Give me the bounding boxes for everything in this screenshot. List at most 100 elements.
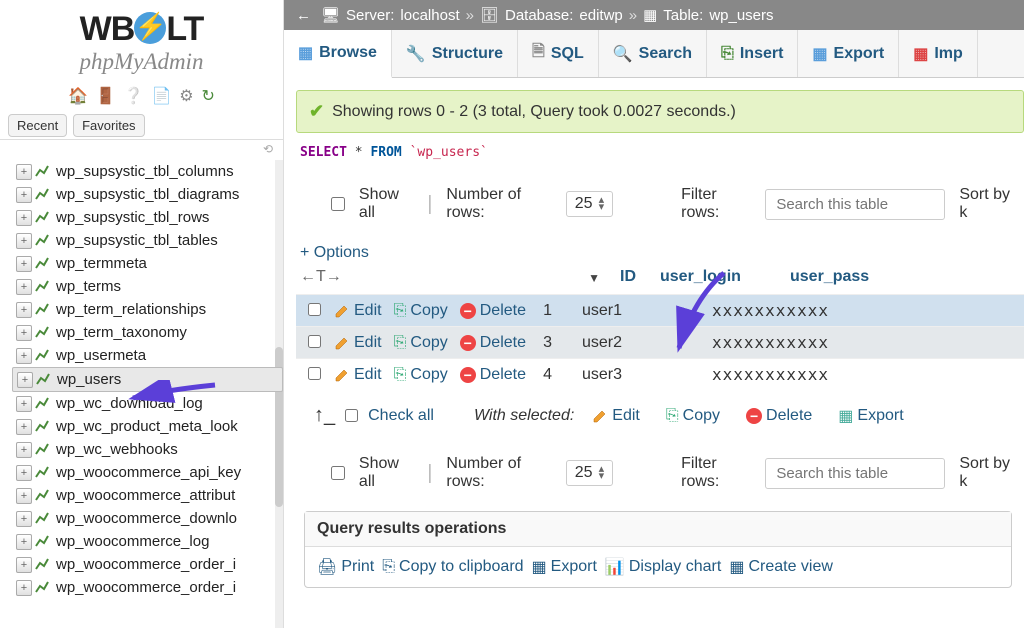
pma-logo: phpMyAdmin <box>0 49 283 75</box>
expand-icon[interactable]: + <box>16 442 32 458</box>
tree-item-wp_woocommerce_attribut[interactable]: + wp_woocommerce_attribut <box>12 484 283 507</box>
copy-button[interactable]: ⎘Copy <box>388 302 454 320</box>
expand-icon[interactable]: + <box>16 325 32 341</box>
tree-item-wp_woocommerce_order_i[interactable]: + wp_woocommerce_order_i <box>12 553 283 576</box>
row-checkbox[interactable] <box>308 335 321 348</box>
op-chart[interactable]: 📊Display chart <box>605 557 721 577</box>
delete-button[interactable]: −Delete <box>454 302 532 320</box>
op-print[interactable]: 🖨Print <box>317 557 374 577</box>
expand-icon[interactable]: + <box>16 488 32 504</box>
expand-icon[interactable]: + <box>16 534 32 550</box>
expand-icon[interactable]: + <box>16 279 32 295</box>
bulk-copy[interactable]: ⎘Copy <box>658 407 728 425</box>
bulk-export[interactable]: ▦Export <box>830 406 911 426</box>
tree-item-wp_wc_product_meta_look[interactable]: + wp_wc_product_meta_look <box>12 415 283 438</box>
num-rows-select-2[interactable]: 25▴▾ <box>566 460 613 486</box>
bulk-edit[interactable]: Edit <box>584 407 648 425</box>
col-id[interactable]: ID <box>610 268 650 286</box>
bulk-delete[interactable]: −Delete <box>738 407 820 425</box>
row-checkbox[interactable] <box>308 367 321 380</box>
home-icon[interactable]: 🏠 <box>68 86 88 106</box>
brand-logo: WB⚡LT <box>0 10 283 49</box>
check-all-checkbox[interactable] <box>345 409 358 422</box>
check-all-label[interactable]: Check all <box>368 407 434 425</box>
sort-indicator-icon[interactable]: ▼ <box>588 271 600 285</box>
filter-input-2[interactable] <box>765 458 945 489</box>
expand-icon[interactable]: + <box>16 396 32 412</box>
help-icon[interactable]: ❔ <box>124 86 144 106</box>
collapse-icon[interactable]: ⟲ <box>0 140 283 160</box>
expand-icon[interactable]: + <box>16 465 32 481</box>
op-export[interactable]: ▦Export <box>532 557 597 577</box>
delete-button[interactable]: −Delete <box>454 334 532 352</box>
tree-item-wp_term_relationships[interactable]: + wp_term_relationships <box>12 298 283 321</box>
expand-icon[interactable]: + <box>16 419 32 435</box>
column-move-arrows[interactable]: ←T→ <box>300 268 350 286</box>
tab-insert[interactable]: ⎘Insert <box>707 30 798 77</box>
clipboard-icon: ⎘ <box>382 558 395 576</box>
export-icon: ▦ <box>812 44 827 64</box>
filter-input[interactable] <box>765 189 945 220</box>
tree-item-wp_usermeta[interactable]: + wp_usermeta <box>12 344 283 367</box>
tree-item-wp_supsystic_tbl_rows[interactable]: + wp_supsystic_tbl_rows <box>12 206 283 229</box>
show-all-checkbox-2[interactable] <box>331 465 345 481</box>
table-name: wp_woocommerce_downlo <box>56 510 237 527</box>
edit-button[interactable]: Edit <box>328 334 388 352</box>
table-value[interactable]: wp_users <box>709 7 773 24</box>
table-icon: ▦ <box>643 6 657 24</box>
num-rows-select[interactable]: 25▴▾ <box>566 191 613 217</box>
tree-item-wp_woocommerce_api_key[interactable]: + wp_woocommerce_api_key <box>12 461 283 484</box>
edit-button[interactable]: Edit <box>328 302 388 320</box>
sidebar-quick-icons: 🏠 🚪 ❔ 📄 ⚙ ↻ <box>0 80 283 112</box>
tree-item-wp_woocommerce_log[interactable]: + wp_woocommerce_log <box>12 530 283 553</box>
col-user-login[interactable]: user_login <box>650 268 780 286</box>
tree-item-wp_woocommerce_order_i[interactable]: + wp_woocommerce_order_i <box>12 576 283 599</box>
tree-item-wp_supsystic_tbl_diagrams[interactable]: + wp_supsystic_tbl_diagrams <box>12 183 283 206</box>
expand-icon[interactable]: + <box>16 302 32 318</box>
col-user-pass[interactable]: user_pass <box>780 268 980 286</box>
tab-browse[interactable]: ▦Browse <box>284 30 392 78</box>
database-value[interactable]: editwp <box>579 7 622 24</box>
back-icon[interactable]: ← <box>296 7 311 24</box>
tree-item-wp_term_taxonomy[interactable]: + wp_term_taxonomy <box>12 321 283 344</box>
row-checkbox[interactable] <box>308 303 321 316</box>
tree-item-wp_wc_webhooks[interactable]: + wp_wc_webhooks <box>12 438 283 461</box>
tab-import[interactable]: ▦Imp <box>899 30 978 77</box>
expand-icon[interactable]: + <box>16 187 32 203</box>
tree-item-wp_supsystic_tbl_columns[interactable]: + wp_supsystic_tbl_columns <box>12 160 283 183</box>
edit-button[interactable]: Edit <box>328 366 388 384</box>
expand-icon[interactable]: + <box>16 580 32 596</box>
expand-icon[interactable]: + <box>16 557 32 573</box>
tree-item-wp_termmeta[interactable]: + wp_termmeta <box>12 252 283 275</box>
copy-button[interactable]: ⎘Copy <box>388 366 454 384</box>
recent-tab[interactable]: Recent <box>8 114 67 137</box>
op-create-view[interactable]: ▦Create view <box>729 557 833 577</box>
expand-icon[interactable]: + <box>16 348 32 364</box>
server-value[interactable]: localhost <box>400 7 459 24</box>
options-link[interactable]: + Options <box>296 232 1024 264</box>
expand-icon[interactable]: + <box>16 233 32 249</box>
tab-export[interactable]: ▦Export <box>798 30 899 77</box>
tree-item-wp_wc_download_log[interactable]: + wp_wc_download_log <box>12 392 283 415</box>
op-copy-clipboard[interactable]: ⎘Copy to clipboard <box>382 558 523 576</box>
docs-icon[interactable]: 📄 <box>151 86 171 106</box>
expand-icon[interactable]: + <box>16 210 32 226</box>
show-all-checkbox[interactable] <box>331 196 345 212</box>
tree-item-wp_terms[interactable]: + wp_terms <box>12 275 283 298</box>
tree-item-wp_users[interactable]: + wp_users <box>12 367 283 392</box>
expand-icon[interactable]: + <box>17 372 33 388</box>
reload-icon[interactable]: ↻ <box>202 86 215 106</box>
settings-icon[interactable]: ⚙ <box>179 86 193 106</box>
expand-icon[interactable]: + <box>16 511 32 527</box>
tab-structure[interactable]: 🔧Structure <box>392 30 518 77</box>
expand-icon[interactable]: + <box>16 256 32 272</box>
tab-search[interactable]: 🔍Search <box>599 30 707 77</box>
copy-button[interactable]: ⎘Copy <box>388 334 454 352</box>
favorites-tab[interactable]: Favorites <box>73 114 144 137</box>
delete-button[interactable]: −Delete <box>454 366 532 384</box>
tab-sql[interactable]: 🗎SQL <box>518 30 599 77</box>
tree-item-wp_woocommerce_downlo[interactable]: + wp_woocommerce_downlo <box>12 507 283 530</box>
tree-item-wp_supsystic_tbl_tables[interactable]: + wp_supsystic_tbl_tables <box>12 229 283 252</box>
logout-icon[interactable]: 🚪 <box>96 86 116 106</box>
expand-icon[interactable]: + <box>16 164 32 180</box>
